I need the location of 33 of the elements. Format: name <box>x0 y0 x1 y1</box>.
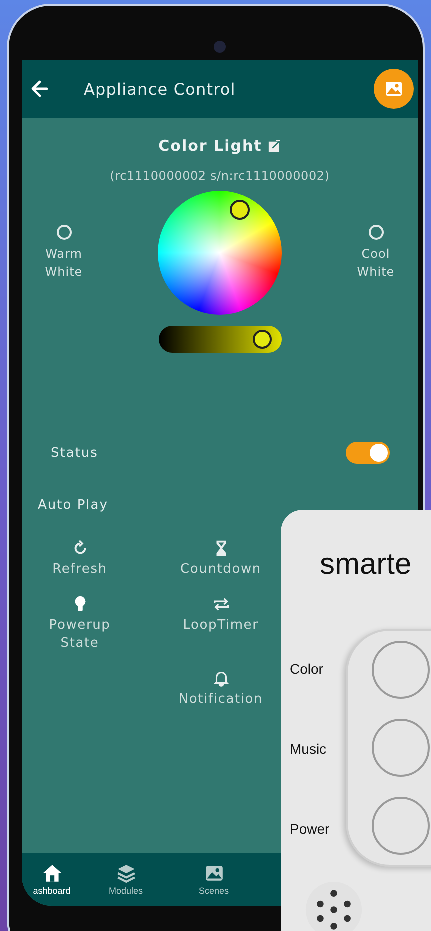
image-icon[interactable] <box>204 863 224 884</box>
image-button[interactable] <box>374 69 414 109</box>
remote-title: smarte <box>320 548 413 582</box>
device-serial: (rc1110000002 s/n:rc1110000002) <box>110 169 330 183</box>
action-label[interactable]: Powerup State <box>35 617 125 653</box>
camera-dot <box>214 41 226 53</box>
mode-label: Cool White <box>356 246 396 281</box>
mode-label: Warm White <box>44 246 84 281</box>
radio-button[interactable] <box>56 225 72 240</box>
brightness-slider[interactable] <box>158 326 282 353</box>
nav-label[interactable]: ashboard <box>33 886 71 896</box>
button-label: Power <box>290 821 331 837</box>
device-name: Color Light <box>158 137 262 155</box>
radio-button[interactable] <box>368 225 384 240</box>
wheel-handle[interactable] <box>230 200 250 220</box>
action-label[interactable]: LoopTimer <box>176 617 266 635</box>
setting-label: Auto Play <box>38 498 108 512</box>
action-label[interactable]: Notification <box>176 691 266 709</box>
button-label: Music <box>290 741 328 757</box>
action-label[interactable]: Refresh <box>35 561 125 579</box>
home-icon[interactable] <box>42 863 62 884</box>
bell-icon[interactable] <box>212 669 230 688</box>
screen-title: Appliance Control <box>84 80 237 98</box>
action-label[interactable]: Countdown <box>176 561 266 579</box>
toggle-switch[interactable] <box>346 442 390 464</box>
setting-label: Status <box>51 446 98 460</box>
slider-thumb[interactable] <box>252 330 272 349</box>
layers-icon[interactable] <box>116 863 136 884</box>
edit-icon[interactable] <box>268 140 282 152</box>
back-arrow-icon[interactable] <box>30 79 50 99</box>
nav-label[interactable]: Scenes <box>198 886 230 896</box>
button-label: Color <box>290 661 324 677</box>
nav-label[interactable]: Modules <box>108 886 144 896</box>
